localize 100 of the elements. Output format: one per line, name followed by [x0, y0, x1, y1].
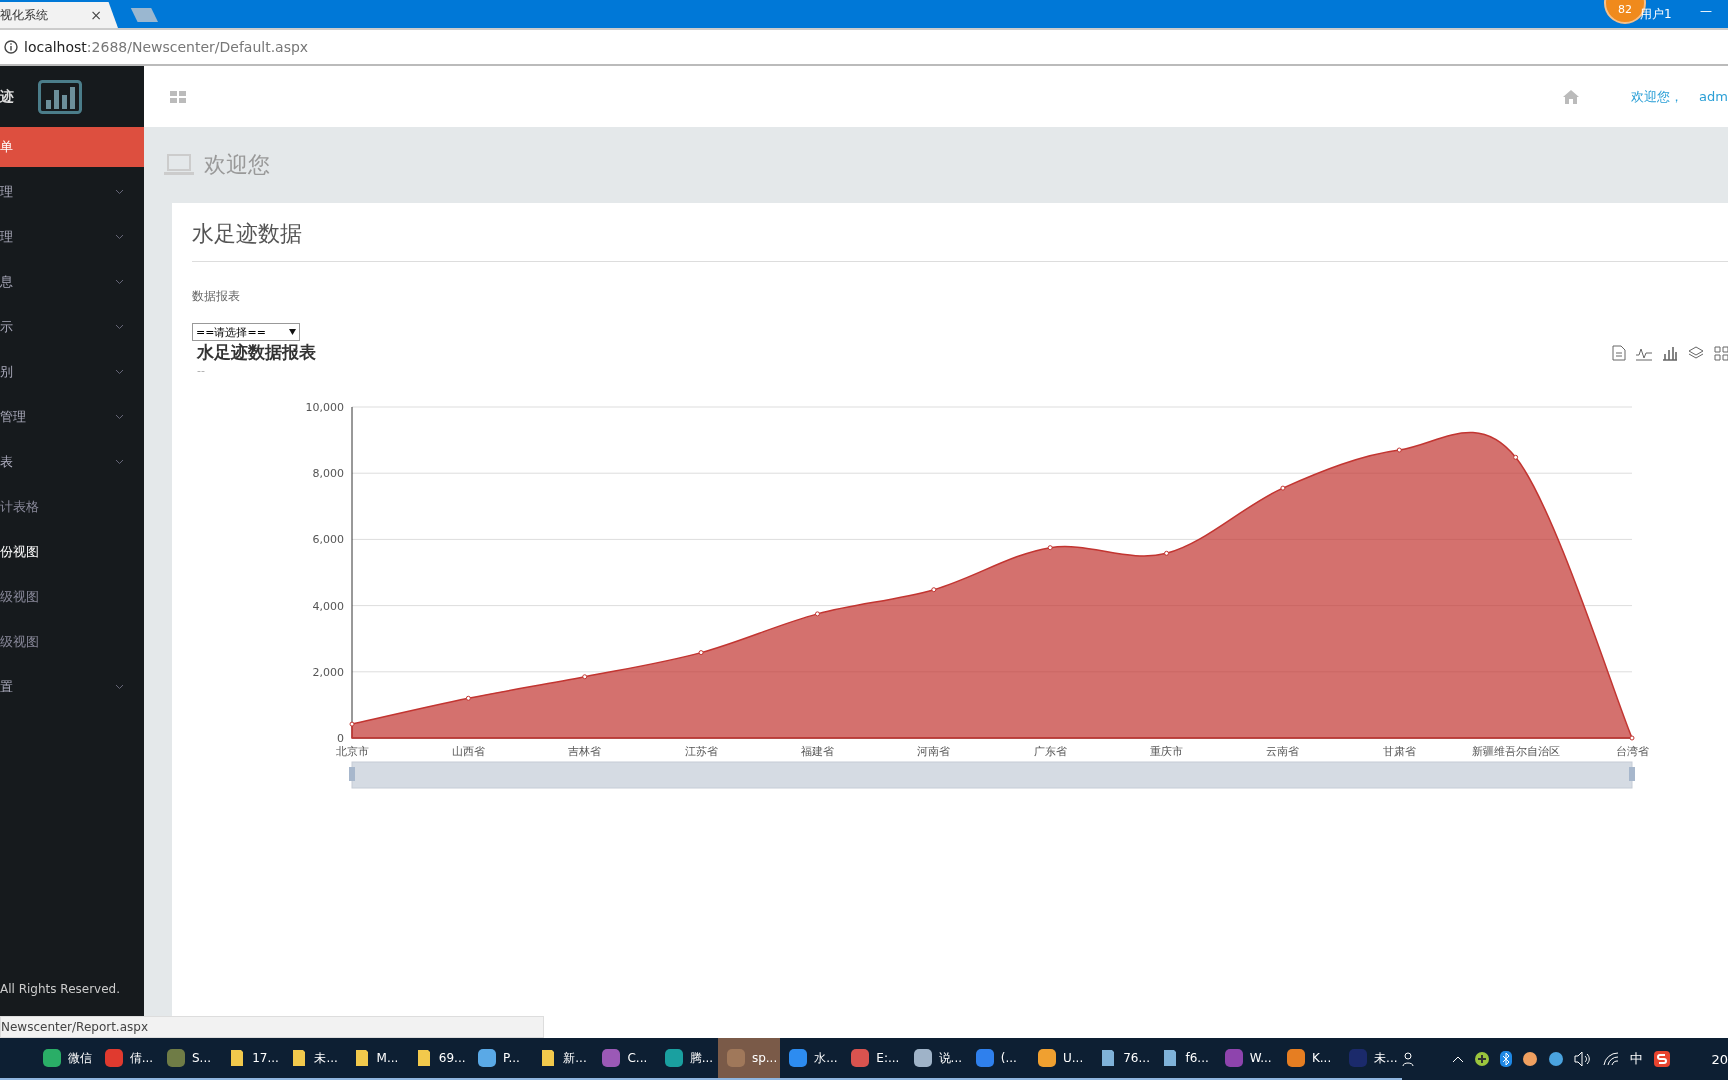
- y-tick-label: 8,000: [312, 467, 344, 481]
- chevron-down-icon: [115, 458, 124, 465]
- caret-down-icon: [289, 329, 296, 335]
- s-logo-icon[interactable]: [1653, 1050, 1672, 1068]
- minimize-button[interactable]: —: [1700, 4, 1712, 18]
- x-tick-label: 河南省: [917, 745, 951, 758]
- taskbar-item[interactable]: 水...: [780, 1038, 843, 1080]
- data-point: [814, 611, 820, 617]
- select-field[interactable]: ==请选择==: [192, 323, 300, 341]
- close-icon[interactable]: ×: [90, 7, 102, 23]
- x-tick-label: 山西省: [451, 745, 485, 758]
- x-tick-label: 甘肃省: [1382, 745, 1416, 758]
- y-tick-label: 6,000: [312, 533, 344, 547]
- submenu-item[interactable]: 级视图: [0, 574, 144, 619]
- chart-subtitle: --: [196, 364, 206, 377]
- bar-chart-icon[interactable]: [1662, 344, 1678, 361]
- chevron-down-icon: [115, 233, 124, 240]
- taskbar-item[interactable]: U...: [1029, 1038, 1092, 1080]
- browser-tab[interactable]: 视化系统 ×: [0, 2, 118, 28]
- taskbar-item[interactable]: P...: [469, 1038, 532, 1080]
- x-tick-label: 北京市: [335, 745, 369, 758]
- chevron-down-icon: [115, 368, 124, 375]
- taskbar-item[interactable]: K...: [1277, 1038, 1341, 1080]
- card-title: 水足迹数据: [192, 219, 1728, 262]
- taskbar-item[interactable]: 腾...: [655, 1038, 718, 1080]
- taskbar-item[interactable]: 新...: [531, 1038, 594, 1080]
- x-tick-label: 福建省: [800, 745, 834, 758]
- menu-item[interactable]: 息: [0, 259, 144, 304]
- y-tick-label: 4,000: [312, 599, 344, 613]
- data-point: [1164, 550, 1170, 556]
- taskbar-item[interactable]: 倩...: [95, 1038, 158, 1080]
- taskbar-item[interactable]: 未...: [1340, 1038, 1403, 1080]
- menu-item[interactable]: 别: [0, 349, 144, 394]
- taskbar-item[interactable]: 未...: [282, 1038, 345, 1080]
- circle-icon[interactable]: [1522, 1051, 1539, 1067]
- status-url: Newscenter/Report.aspx: [0, 1016, 544, 1038]
- submenu-item[interactable]: 计表格: [0, 484, 144, 529]
- y-tick-label: 2,000: [312, 665, 344, 679]
- menu-item[interactable]: 单: [0, 127, 144, 167]
- data-point: [349, 721, 355, 727]
- taskbar-item[interactable]: 69...: [406, 1038, 470, 1080]
- taskbar-item[interactable]: 17...: [220, 1038, 283, 1080]
- bluetooth-icon[interactable]: [1500, 1051, 1513, 1067]
- taskbar-item[interactable]: 微信: [33, 1038, 96, 1080]
- taskbar-item[interactable]: f6...: [1153, 1038, 1216, 1080]
- submenu-item[interactable]: 份视图: [0, 529, 144, 574]
- x-tick-label: 江苏省: [684, 745, 718, 758]
- y-tick-label: 10,000: [305, 401, 344, 414]
- menu-item[interactable]: 管理: [0, 394, 144, 439]
- menu-item[interactable]: 理: [0, 169, 144, 214]
- plus-circle-icon[interactable]: [1474, 1051, 1491, 1067]
- tiles-icon[interactable]: [1714, 344, 1728, 361]
- taskbar-item[interactable]: W...: [1215, 1038, 1278, 1080]
- chevron-down-icon: [115, 278, 124, 285]
- layers-icon[interactable]: [1688, 344, 1704, 361]
- chart-title: 水足迹数据报表: [197, 341, 316, 364]
- welcome-text: 欢迎您，: [1631, 87, 1684, 106]
- ime-indicator[interactable]: 中: [1630, 1050, 1644, 1068]
- taskbar-item[interactable]: C...: [593, 1038, 656, 1080]
- x-tick-label: 云南省: [1266, 745, 1300, 758]
- clock-text[interactable]: 20: [1681, 1051, 1728, 1067]
- data-point: [465, 695, 471, 701]
- menu-item[interactable]: 示: [0, 304, 144, 349]
- chevron-down-icon: [115, 323, 124, 330]
- taskbar-item[interactable]: 76...: [1091, 1038, 1154, 1080]
- taskbar-item[interactable]: (...: [966, 1038, 1029, 1080]
- address-bar[interactable]: localhost:2688/Newscenter/Default.aspx: [0, 28, 1728, 66]
- x-tick-label: 广东省: [1033, 745, 1067, 758]
- data-point: [582, 674, 588, 680]
- info-icon: [4, 40, 18, 54]
- menu-item[interactable]: 理: [0, 214, 144, 259]
- submenu-item[interactable]: 级视图: [0, 619, 144, 664]
- chevron-down-icon: [115, 188, 124, 195]
- chevron-up-icon[interactable]: [1452, 1055, 1465, 1063]
- data-point: [1047, 545, 1053, 551]
- laptop-icon: [164, 154, 194, 176]
- taskbar-item[interactable]: M...: [344, 1038, 407, 1080]
- data-point: [931, 587, 937, 593]
- section-label: 数据报表: [192, 288, 241, 305]
- brand-text: 迹: [0, 87, 14, 106]
- taskbar-item[interactable]: S...: [157, 1038, 221, 1080]
- taskbar-item[interactable]: 说...: [904, 1038, 967, 1080]
- menu-item[interactable]: 表: [0, 439, 144, 484]
- taskbar-item[interactable]: sp...: [717, 1038, 781, 1080]
- x-tick-label: 台湾省: [1615, 745, 1649, 758]
- chevron-down-icon: [115, 683, 124, 690]
- document-icon[interactable]: [1612, 344, 1626, 361]
- x-tick-label: 吉林省: [568, 745, 602, 758]
- circle-icon[interactable]: [1548, 1051, 1565, 1067]
- menu-item[interactable]: 置: [0, 664, 144, 709]
- data-point: [1629, 735, 1635, 741]
- user-name: 用户1: [1640, 6, 1672, 23]
- speaker-icon[interactable]: [1574, 1051, 1593, 1067]
- x-tick-label: 重庆市: [1150, 745, 1184, 758]
- chevron-down-icon: [115, 413, 124, 420]
- y-tick-label: 0: [337, 732, 344, 745]
- data-point: [1280, 485, 1286, 491]
- taskbar-item[interactable]: E:...: [842, 1038, 905, 1080]
- data-point: [698, 650, 704, 656]
- wifi-icon[interactable]: [1602, 1051, 1621, 1067]
